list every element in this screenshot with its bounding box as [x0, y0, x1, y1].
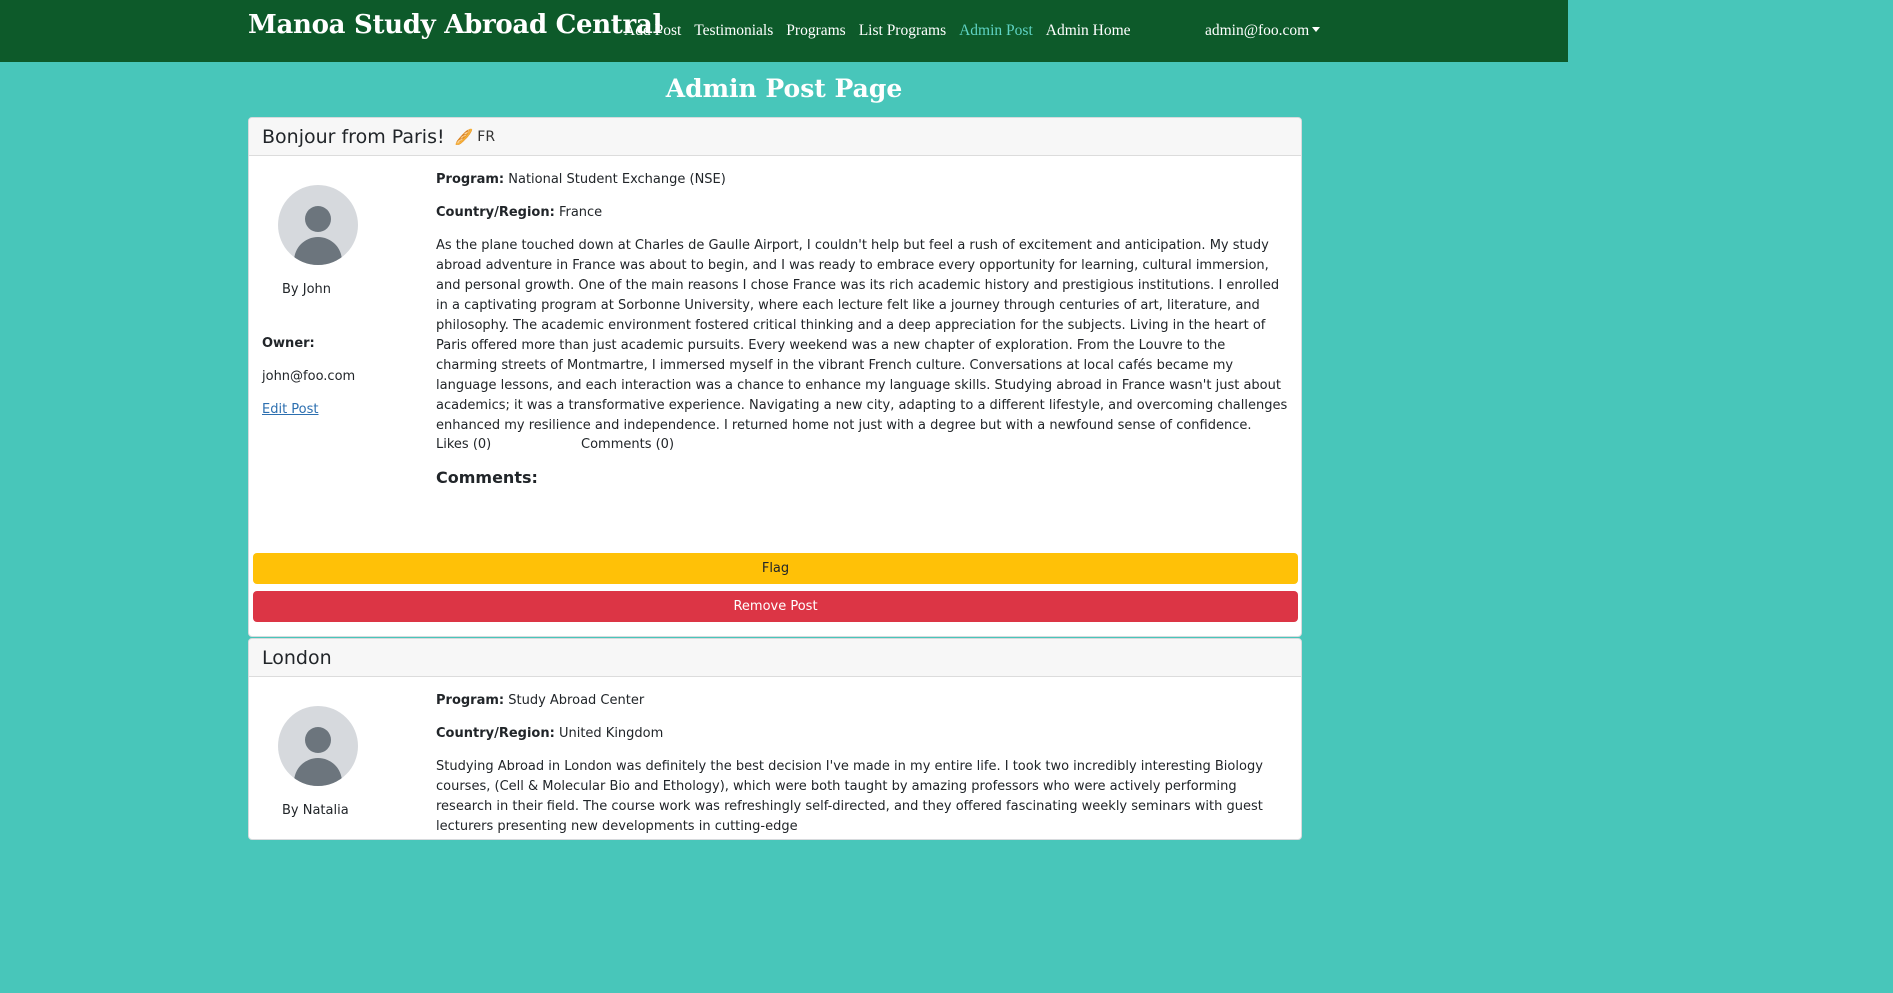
comments-heading: Comments: — [436, 468, 538, 487]
country-value: France — [558, 205, 603, 220]
nav-testimonials[interactable]: Testimonials — [694, 22, 773, 40]
avatar-shoulders — [294, 237, 342, 265]
brand-link[interactable]: Manoa Study Abroad Central — [248, 10, 662, 40]
country-label: Country/Region: — [436, 726, 555, 741]
post-title: Bonjour from Paris! — [262, 125, 445, 148]
user-dropdown[interactable]: admin@foo.com — [1205, 22, 1321, 40]
program-label: Program: — [436, 172, 505, 187]
post-title: London — [262, 646, 332, 669]
flag-button[interactable]: Flag — [253, 553, 1298, 584]
user-email: admin@foo.com — [1205, 22, 1310, 39]
nav-add-post[interactable]: Add Post — [624, 22, 681, 40]
avatar-shoulders — [294, 758, 342, 786]
nav-admin-post[interactable]: Admin Post — [959, 22, 1033, 40]
avatar — [278, 185, 358, 265]
comments-button[interactable]: Comments (0) — [581, 435, 674, 455]
caret-down-icon — [1312, 27, 1321, 32]
avatar — [278, 706, 358, 786]
program-value: National Student Exchange (NSE) — [508, 172, 726, 187]
remove-post-button[interactable]: Remove Post — [253, 591, 1298, 622]
program-label: Program: — [436, 693, 505, 708]
avatar-head — [305, 206, 331, 232]
edit-post-link[interactable]: Edit Post — [262, 402, 319, 417]
likes-button[interactable]: Likes (0) — [436, 435, 491, 455]
owner-email: john@foo.com — [262, 369, 356, 384]
country-field: Country/Region: France — [436, 203, 602, 223]
country-code: FR — [477, 128, 496, 145]
nav-programs[interactable]: Programs — [786, 22, 845, 40]
country-field: Country/Region: United Kingdom — [436, 724, 663, 744]
post-author: By John — [282, 282, 332, 297]
country-label: Country/Region: — [436, 205, 555, 220]
country-value: United Kingdom — [558, 726, 664, 741]
program-field: Program: Study Abroad Center — [436, 691, 644, 711]
program-value: Study Abroad Center — [508, 693, 645, 708]
page-title: Admin Post Page — [665, 74, 903, 103]
program-field: Program: National Student Exchange (NSE) — [436, 170, 726, 190]
post-body-text: Studying Abroad in London was definitely… — [436, 759, 1263, 834]
navbar: Manoa Study Abroad Central Add Post Test… — [0, 0, 1568, 62]
nav-admin-home[interactable]: Admin Home — [1046, 22, 1131, 40]
nav-list-programs[interactable]: List Programs — [859, 22, 946, 40]
avatar-head — [305, 727, 331, 753]
nav-links: Add Post Testimonials Programs List Prog… — [624, 22, 1144, 40]
post-header: Bonjour from Paris! 🥖 FR — [249, 118, 1301, 156]
baguette-icon: 🥖 — [454, 127, 474, 146]
post-card: London By Natalia Program: Study Abroad … — [248, 638, 1302, 840]
post-author: By Natalia — [282, 803, 349, 818]
post-card: Bonjour from Paris! 🥖 FR By John Owner: … — [248, 117, 1302, 637]
owner-label: Owner: — [262, 336, 315, 351]
post-header: London — [249, 639, 1301, 677]
post-body-text: As the plane touched down at Charles de … — [436, 238, 1288, 433]
